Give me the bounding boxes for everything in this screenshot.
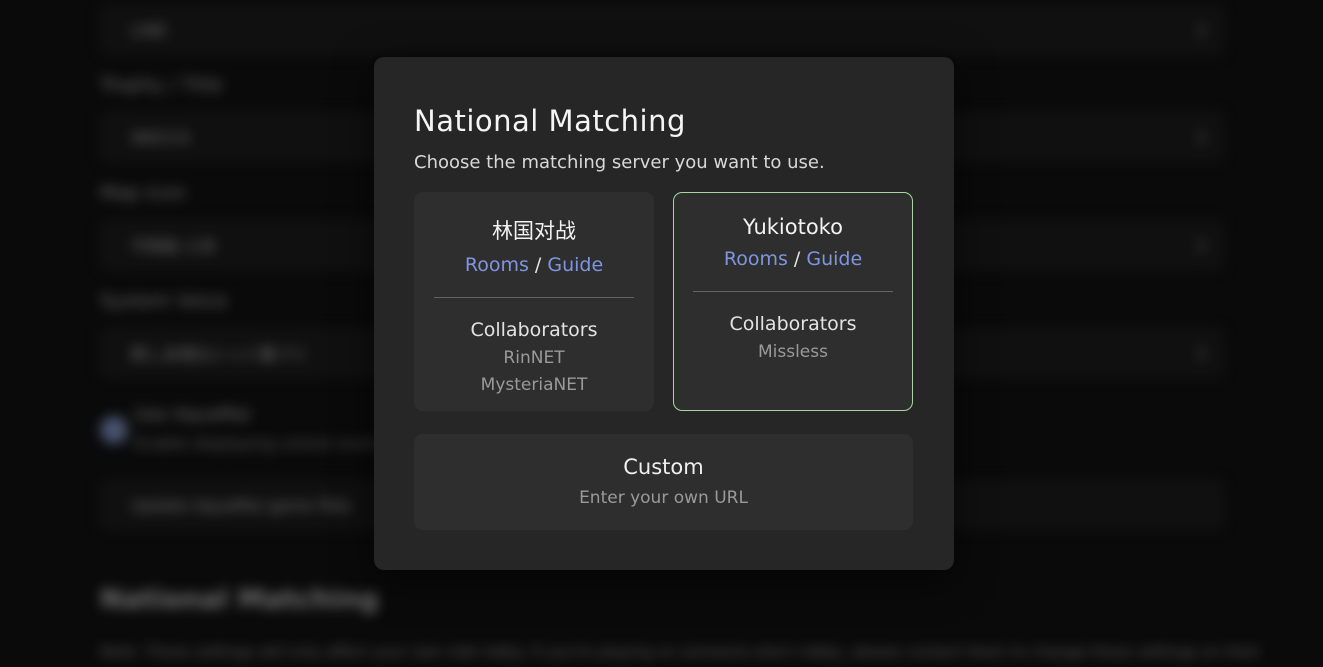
app-root: LINE ❯ Trophy / Title WACCA ❯ Map Icon 不… — [0, 0, 1323, 667]
card-divider — [693, 291, 893, 292]
custom-card-title: Custom — [414, 455, 913, 479]
modal-subtitle: Choose the matching server you want to u… — [414, 152, 914, 173]
guide-link[interactable]: Guide — [547, 254, 603, 276]
rooms-link[interactable]: Rooms — [724, 248, 788, 270]
server-cards-row: 林国对战 Rooms / Guide Collaborators RinNET … — [414, 192, 914, 411]
server-card-yukiotoko[interactable]: Yukiotoko Rooms / Guide Collaborators Mi… — [673, 192, 913, 411]
custom-server-card[interactable]: Custom Enter your own URL — [414, 434, 913, 530]
collaborators-heading: Collaborators — [674, 313, 912, 335]
modal-title: National Matching — [414, 104, 914, 138]
national-matching-modal: National Matching Choose the matching se… — [374, 57, 954, 570]
server-name: 林国对战 — [415, 215, 653, 245]
server-links: Rooms / Guide — [674, 248, 912, 270]
server-card-linguo[interactable]: 林国对战 Rooms / Guide Collaborators RinNET … — [414, 192, 654, 411]
collaborator-name: RinNET — [415, 348, 653, 368]
guide-link[interactable]: Guide — [806, 248, 862, 270]
card-divider — [434, 297, 634, 298]
link-separator: / — [788, 248, 806, 270]
collaborator-name: Missless — [674, 342, 912, 362]
server-links: Rooms / Guide — [415, 254, 653, 276]
custom-card-subtitle: Enter your own URL — [414, 488, 913, 508]
server-name: Yukiotoko — [674, 215, 912, 239]
collaborator-name: MysteriaNET — [415, 375, 653, 395]
link-separator: / — [529, 254, 547, 276]
rooms-link[interactable]: Rooms — [465, 254, 529, 276]
collaborators-heading: Collaborators — [415, 319, 653, 341]
